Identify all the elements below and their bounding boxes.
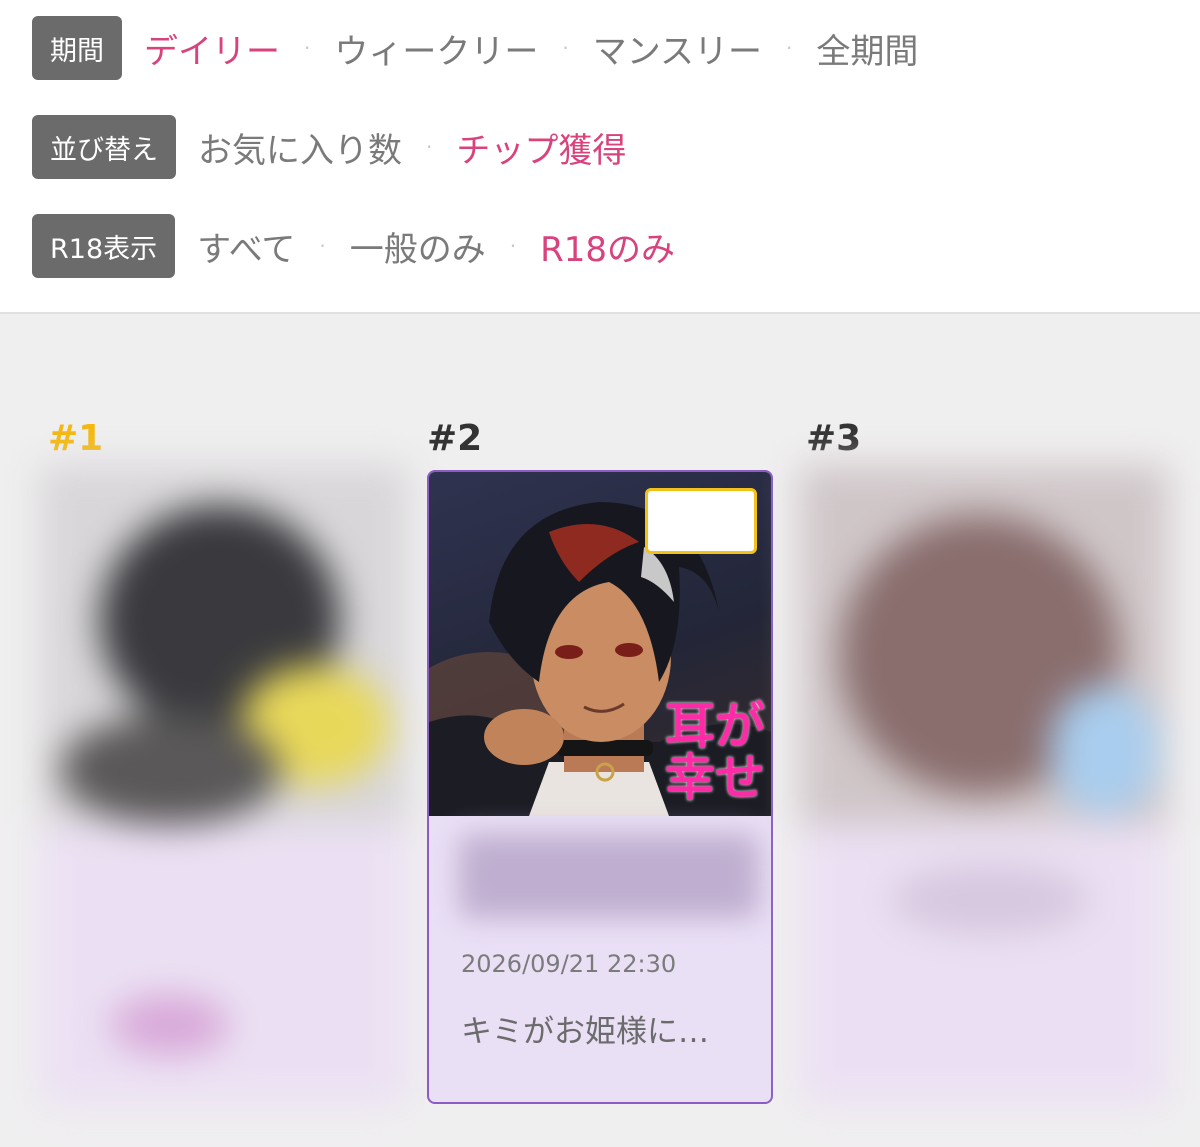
period-option-all[interactable]: 全期間	[816, 24, 918, 73]
thumbnail-caption: 耳が幸せ	[665, 697, 765, 807]
ranking-card-3-blurred[interactable]	[800, 465, 1168, 1105]
thumbnail-badge	[645, 488, 757, 554]
blurred-details	[40, 825, 408, 1105]
period-option-daily[interactable]: デイリー	[144, 24, 280, 73]
blurred-thumbnail	[40, 465, 408, 825]
period-option-monthly[interactable]: マンスリー	[593, 24, 762, 73]
ranking-card-1-blurred[interactable]	[40, 465, 408, 1105]
blurred-work-title	[459, 834, 759, 918]
period-option-weekly[interactable]: ウィークリー	[334, 24, 538, 73]
blurred-details	[800, 825, 1168, 1105]
sort-filter-row: 並び替え お気に入り数 · チップ獲得	[32, 115, 626, 179]
card-thumbnail: 耳が幸せ	[429, 472, 771, 816]
separator: ·	[509, 234, 517, 258]
rank-3-label: #3	[806, 418, 862, 459]
blurred-thumbnail	[800, 465, 1168, 825]
sort-option-favorites[interactable]: お気に入り数	[198, 123, 402, 172]
separator: ·	[319, 234, 326, 258]
blur-shape	[1050, 685, 1160, 815]
card-title[interactable]: キミがお姫様に…	[461, 1006, 709, 1051]
r18-option-r18-only[interactable]: R18のみ	[540, 222, 675, 271]
separator: ·	[562, 36, 569, 60]
sort-option-tips[interactable]: チップ獲得	[456, 123, 626, 172]
sort-label: 並び替え	[32, 115, 176, 179]
r18-label: R18表示	[32, 214, 176, 278]
separator: ·	[426, 135, 433, 159]
r18-option-all[interactable]: すべて	[197, 222, 295, 271]
r18-option-general[interactable]: 一般のみ	[350, 222, 486, 271]
ranking-card-2[interactable]: 耳が幸せ 2026/09/21 22:30 キミがお姫様に…	[427, 470, 773, 1104]
period-filter-row: 期間 デイリー · ウィークリー · マンスリー · 全期間	[32, 16, 918, 80]
blur-shape	[110, 995, 230, 1055]
separator: ·	[304, 36, 311, 60]
card-date: 2026/09/21 22:30	[461, 950, 677, 978]
separator: ·	[786, 36, 793, 60]
blur-shape	[60, 715, 280, 825]
blur-shape	[890, 865, 1090, 935]
period-label: 期間	[32, 16, 122, 80]
filter-panel: 期間 デイリー · ウィークリー · マンスリー · 全期間 並び替え お気に入…	[0, 0, 1200, 314]
r18-filter-row: R18表示 すべて · 一般のみ · R18のみ	[32, 214, 675, 278]
rank-1-label: #1	[48, 418, 104, 459]
rank-2-label: #2	[427, 418, 483, 459]
